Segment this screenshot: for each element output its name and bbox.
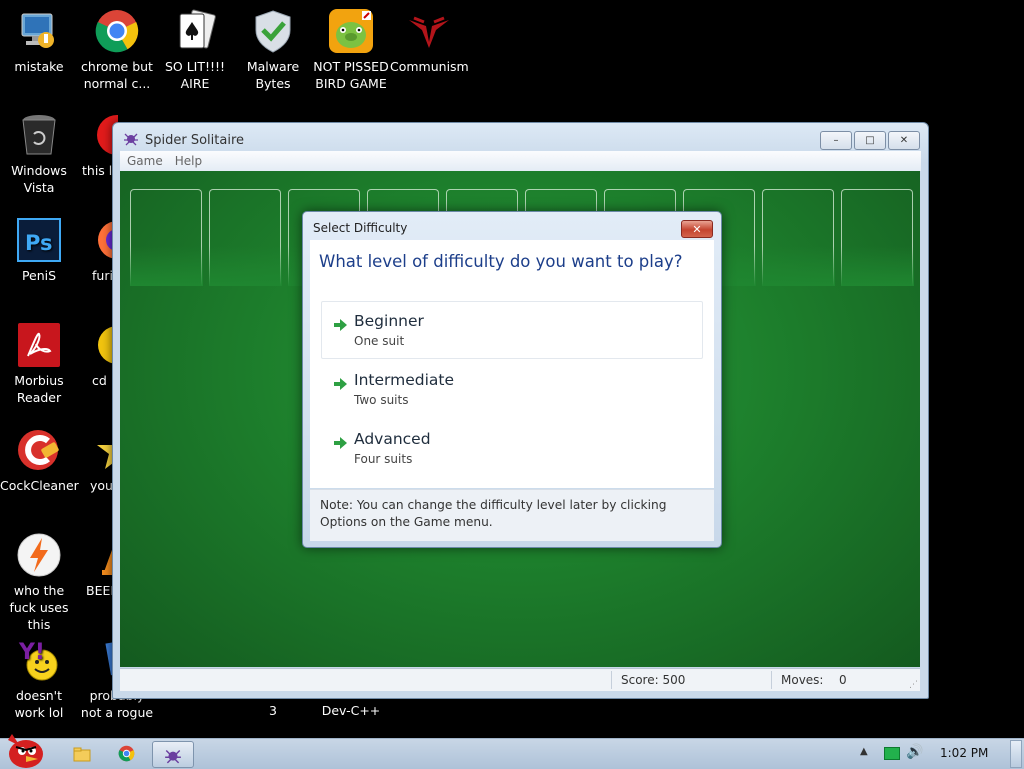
option-advanced[interactable]: Advanced Four suits	[321, 419, 703, 477]
option-beginner[interactable]: Beginner One suit	[321, 301, 703, 359]
close-button[interactable]: ✕	[888, 131, 920, 150]
tableau-slot[interactable]	[208, 189, 282, 286]
desktop-icon-doesnt-work[interactable]: Y! doesn't work lol	[0, 637, 78, 721]
window-title: Spider Solitaire	[145, 132, 245, 148]
ccleaner-icon	[16, 427, 62, 473]
menu-help[interactable]: Help	[175, 154, 202, 168]
pdf-reader-icon	[16, 322, 62, 368]
network-icon[interactable]	[884, 747, 900, 760]
chrome-icon	[118, 745, 134, 762]
option-subtitle: One suit	[354, 334, 405, 348]
desktop-icon-windows-vista[interactable]: Windows Vista	[0, 112, 78, 196]
taskbar-spider-solitaire[interactable]	[152, 741, 194, 768]
dialog-title: Select Difficulty	[313, 221, 408, 235]
option-title: Advanced	[354, 430, 431, 448]
window-title-bar[interactable]: Spider Solitaire	[123, 130, 244, 150]
moves-label: Moves:	[781, 673, 824, 687]
taskbar-chrome[interactable]	[108, 741, 144, 766]
svg-text:Ps: Ps	[25, 231, 53, 255]
dialog-body: What level of difficulty do you want to …	[310, 240, 714, 488]
svg-text:Y!: Y!	[18, 640, 45, 665]
red-emblem-icon	[406, 8, 452, 54]
desktop-icon-bird-game[interactable]: NOT PISSED BIRD GAME	[312, 8, 390, 92]
difficulty-question: What level of difficulty do you want to …	[319, 252, 683, 271]
desktop-icon-mistake[interactable]: mistake	[0, 8, 78, 75]
option-subtitle: Four suits	[354, 452, 413, 466]
note-text: Note: You can change the difficulty leve…	[320, 498, 667, 529]
show-hidden-icons-icon[interactable]: ▲	[860, 746, 868, 757]
trash-bin-icon	[16, 112, 62, 158]
taskbar-explorer[interactable]	[64, 741, 100, 766]
minimize-icon: –	[833, 135, 839, 146]
start-button[interactable]	[0, 733, 50, 768]
desktop-icon-who-uses-this[interactable]: who the fuck uses this	[0, 532, 78, 633]
desktop-icon-so-lit[interactable]: SO LIT!!!! AIRE	[156, 8, 234, 92]
chrome-icon	[94, 8, 140, 54]
green-arrow-icon	[334, 319, 347, 331]
maximize-button[interactable]: □	[854, 131, 886, 150]
green-arrow-icon	[334, 437, 347, 449]
menu-bar: Game Help	[120, 151, 921, 171]
volume-icon[interactable]: 🔊	[906, 744, 923, 760]
shield-check-icon	[250, 8, 296, 54]
resize-grip-icon[interactable]: ⋰	[909, 680, 918, 690]
tableau-slot[interactable]	[840, 189, 914, 286]
green-arrow-icon	[334, 378, 347, 390]
folder-icon	[73, 747, 91, 761]
playing-cards-icon	[172, 8, 218, 54]
desktop-icon-communism[interactable]: Communism	[390, 8, 469, 75]
spider-icon	[165, 749, 181, 763]
menu-game[interactable]: Game	[127, 154, 163, 168]
maximize-icon: □	[865, 135, 875, 146]
option-subtitle: Two suits	[354, 393, 409, 407]
desktop-icon-penis[interactable]: Ps PeniS	[0, 217, 78, 284]
desktop-icon-malware-bytes[interactable]: Malware Bytes	[234, 8, 312, 92]
option-title: Intermediate	[354, 371, 455, 389]
option-intermediate[interactable]: Intermediate Two suits	[321, 360, 703, 418]
show-desktop-button[interactable]	[1010, 740, 1022, 768]
computer-icon	[16, 8, 62, 54]
lightning-bolt-icon	[16, 532, 62, 578]
desktop-icon-chrome[interactable]: chrome but normal c...	[78, 8, 156, 92]
yahoo-messenger-icon: Y!	[16, 637, 62, 683]
select-difficulty-dialog[interactable]: Select Difficulty ✕ What level of diffic…	[302, 211, 722, 548]
score-label: Score: 500	[621, 673, 686, 687]
green-pig-icon	[328, 8, 374, 54]
close-icon: ✕	[692, 222, 702, 236]
status-bar: Score: 500 Moves: 0 ⋰	[120, 668, 920, 691]
tableau-slot[interactable]	[129, 189, 203, 286]
photoshop-icon: Ps	[16, 217, 62, 263]
minimize-button[interactable]: –	[820, 131, 852, 150]
taskbar: ▲ 🔊 1:02 PM	[0, 734, 1024, 769]
clock[interactable]: 1:02 PM	[940, 746, 988, 760]
desktop-icon-morbius-reader[interactable]: Morbius Reader	[0, 322, 78, 406]
close-icon: ✕	[899, 135, 909, 146]
spider-icon	[123, 130, 139, 150]
dialog-close-button[interactable]: ✕	[681, 220, 713, 238]
desktop-icon-cockcleaner[interactable]: CockCleaner	[0, 427, 79, 494]
angry-bird-icon	[8, 734, 43, 768]
moves-value: 0	[839, 673, 847, 687]
dialog-note: Note: You can change the difficulty leve…	[310, 489, 714, 541]
option-title: Beginner	[354, 312, 424, 330]
tableau-slot[interactable]	[761, 189, 835, 286]
